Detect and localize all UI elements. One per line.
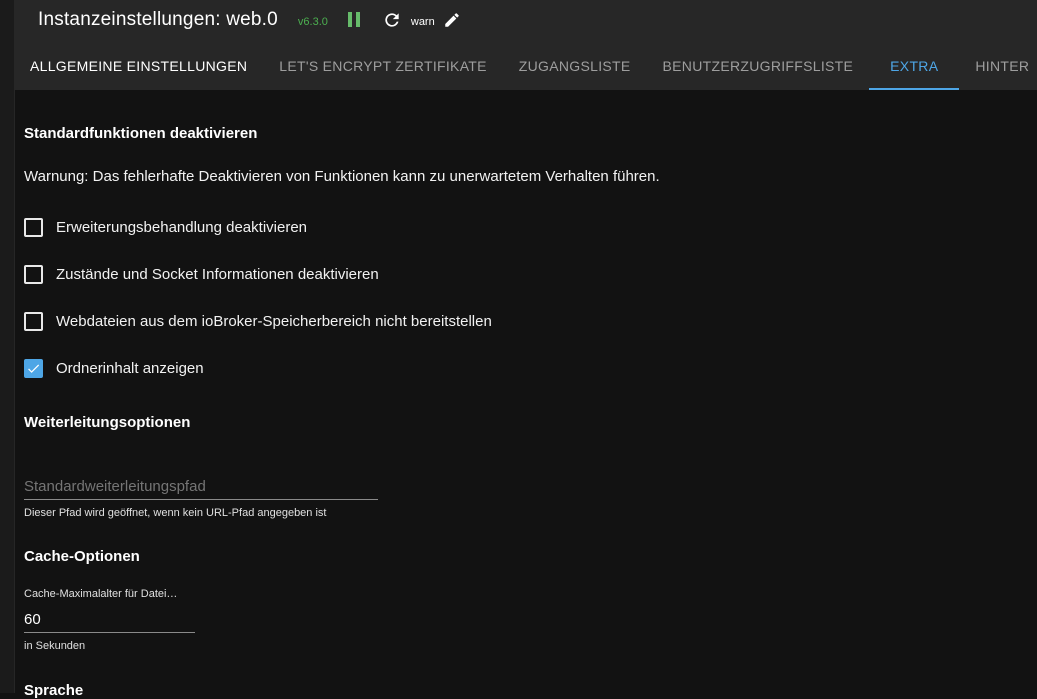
tab-user-access-list[interactable]: BENUTZERZUGRIFFSLISTE [647, 44, 870, 90]
checkbox-disable-extension-handling[interactable]: Erweiterungsbehandlung deaktivieren [24, 218, 307, 237]
reload-button[interactable] [382, 10, 402, 30]
pause-icon-bar [355, 12, 360, 27]
checkbox-unchecked[interactable] [24, 218, 43, 237]
tab-hinter[interactable]: HINTER [959, 44, 1037, 90]
checkbox-label: Ordnerinhalt anzeigen [56, 360, 204, 377]
version-badge: v6.3.0 [297, 16, 328, 28]
cache-max-age-field: Cache-Maximalalter für Datei… in Sekunde… [24, 588, 195, 652]
tab-general-settings[interactable]: ALLGEMEINE EINSTELLUNGEN [14, 44, 263, 90]
edit-log-level-button[interactable] [443, 11, 461, 29]
title-row: Instanzeinstellungen: web.0 v6.3.0 warn [38, 6, 461, 34]
cache-max-age-input[interactable] [24, 606, 195, 633]
tab-extra[interactable]: EXTRA [869, 44, 960, 90]
log-level-label: warn [410, 15, 435, 28]
pause-button[interactable] [347, 12, 362, 28]
reload-icon [385, 13, 399, 27]
default-redirect-field: Dieser Pfad wird geöffnet, wenn kein URL… [24, 474, 378, 519]
pencil-icon [444, 13, 459, 27]
redirect-helper-text: Dieser Pfad wird geöffnet, wenn kein URL… [24, 507, 327, 519]
checkbox-show-folder-index[interactable]: Ordnerinhalt anzeigen [24, 359, 204, 378]
left-edge-strip [0, 0, 15, 693]
checkbox-label: Erweiterungsbehandlung deaktivieren [56, 219, 308, 236]
section-title-disable-features: Standardfunktionen deaktivieren [24, 125, 258, 142]
cache-max-age-label: Cache-Maximalalter für Datei… [24, 588, 178, 600]
section-title-language: Sprache [24, 682, 84, 699]
settings-tabs: ALLGEMEINE EINSTELLUNGEN LET'S ENCRYPT Z… [14, 44, 1037, 90]
warning-text: Warnung: Das fehlerhafte Deaktivieren vo… [24, 168, 660, 185]
cache-helper-text: in Sekunden [24, 640, 86, 652]
checkbox-unchecked[interactable] [24, 265, 43, 284]
tab-access-list[interactable]: ZUGANGSLISTE [503, 44, 647, 90]
checkbox-unchecked[interactable] [24, 312, 43, 331]
checkbox-label: Webdateien aus dem ioBroker-Speicherbere… [56, 313, 492, 330]
pause-icon [347, 12, 352, 27]
checkbox-checked[interactable] [24, 359, 43, 378]
checkbox-no-webfiles[interactable]: Webdateien aus dem ioBroker-Speicherbere… [24, 312, 492, 331]
default-redirect-path-input[interactable] [24, 474, 378, 500]
checkbox-disable-states-socket[interactable]: Zustände und Socket Informationen deakti… [24, 265, 379, 284]
section-title-cache: Cache-Optionen [24, 548, 140, 565]
section-title-redirect: Weiterleitungsoptionen [24, 414, 191, 431]
checkmark-icon [28, 364, 40, 373]
app-header: Instanzeinstellungen: web.0 v6.3.0 warn … [14, 0, 1037, 90]
page-title: Instanzeinstellungen: web.0 [38, 9, 278, 30]
tab-lets-encrypt[interactable]: LET'S ENCRYPT ZERTIFIKATE [263, 44, 503, 90]
checkbox-label: Zustände und Socket Informationen deakti… [56, 266, 379, 283]
